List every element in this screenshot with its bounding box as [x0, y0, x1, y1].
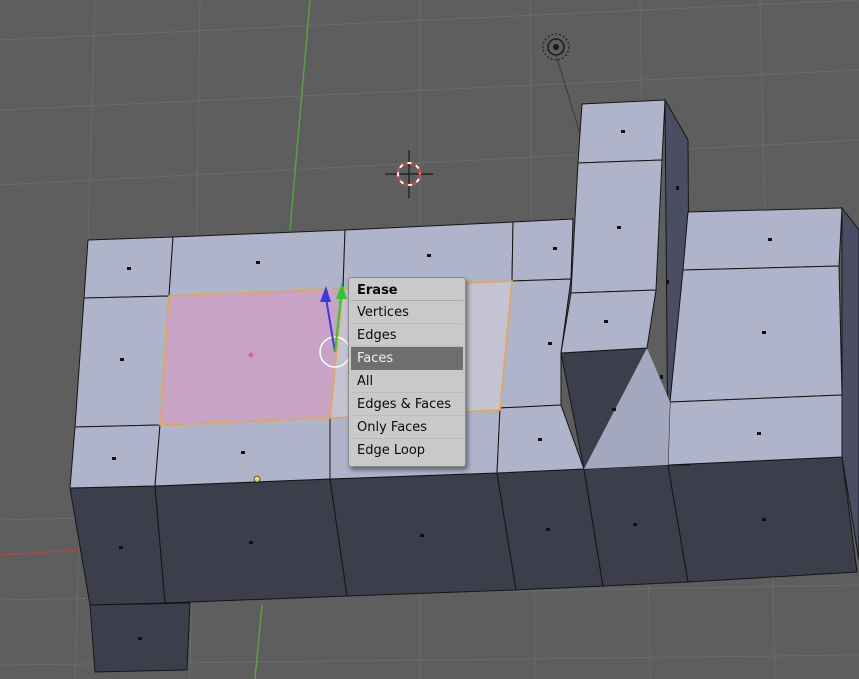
3d-viewport[interactable]: Erase Vertices Edges Faces All Edges & F… [0, 0, 859, 679]
active-vertex [253, 475, 261, 483]
lamp-icon[interactable] [542, 33, 583, 141]
erase-menu[interactable]: Erase Vertices Edges Faces All Edges & F… [348, 277, 466, 467]
menu-item-edges[interactable]: Edges [351, 324, 463, 347]
menu-item-edge-loop[interactable]: Edge Loop [351, 439, 463, 462]
menu-item-vertices[interactable]: Vertices [351, 301, 463, 324]
menu-item-faces[interactable]: Faces [351, 347, 463, 370]
erase-menu-title: Erase [351, 280, 463, 301]
menu-item-edges-and-faces[interactable]: Edges & Faces [351, 393, 463, 416]
3d-cursor-icon[interactable] [385, 150, 433, 198]
menu-item-all[interactable]: All [351, 370, 463, 393]
menu-item-only-faces[interactable]: Only Faces [351, 416, 463, 439]
